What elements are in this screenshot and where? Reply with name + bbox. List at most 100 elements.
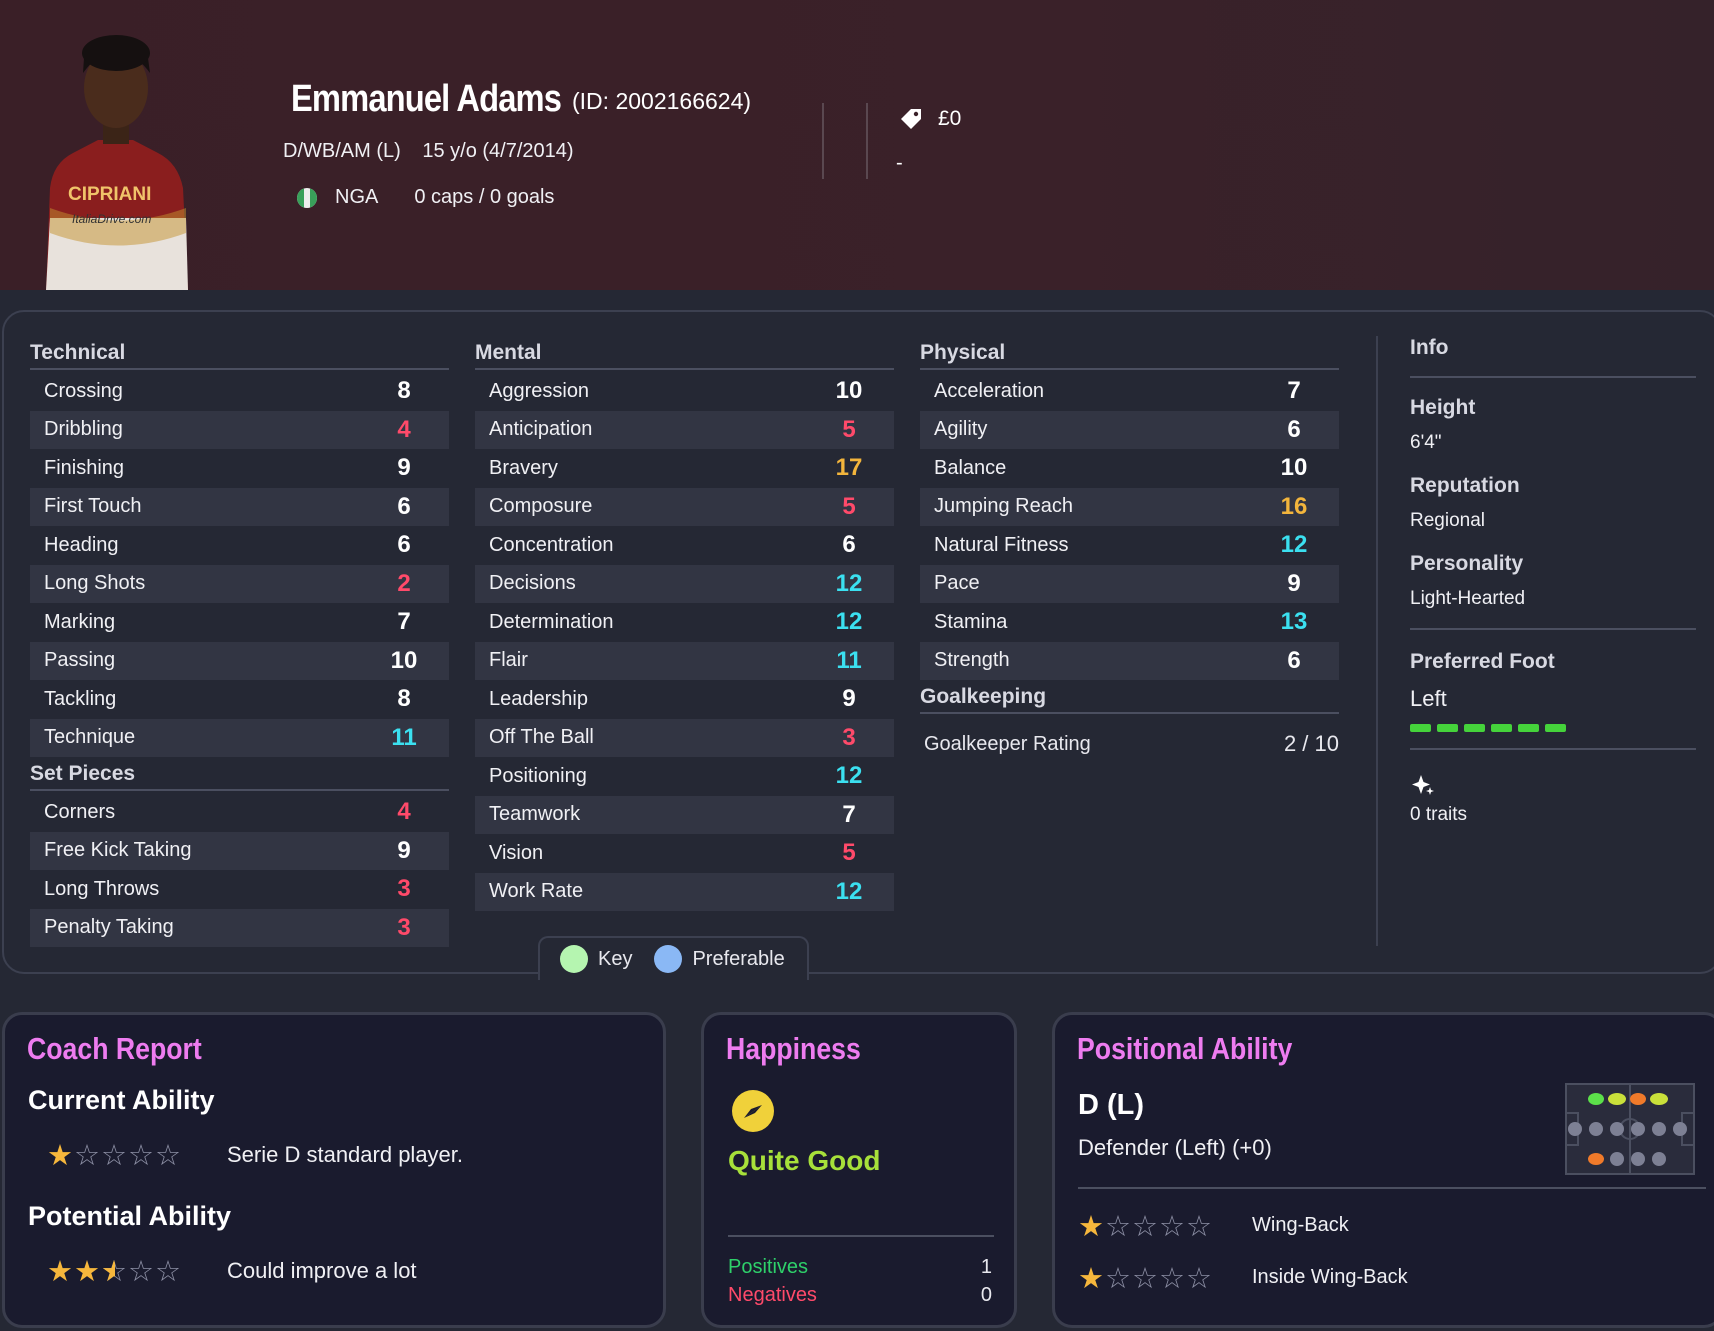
attribute-row[interactable]: Jumping Reach 16 <box>920 487 1339 526</box>
attribute-label: Stamina <box>934 610 1008 633</box>
attribute-row[interactable]: Acceleration 7 <box>920 372 1339 411</box>
attribute-row[interactable]: Strength 6 <box>920 641 1339 680</box>
player-nationality-line: NGA 0 caps / 0 goals <box>297 186 554 209</box>
attribute-row[interactable]: Penalty Taking 3 <box>30 908 449 947</box>
star-empty-icon: ☆ <box>1105 1211 1132 1243</box>
positional-ability-title: Positional Ability <box>1077 1031 1293 1066</box>
attribute-row[interactable]: Concentration 6 <box>475 526 894 565</box>
attribute-label: Crossing <box>44 379 123 402</box>
attribute-row[interactable]: Corners 4 <box>30 793 449 832</box>
set-pieces-title: Set Pieces <box>30 757 449 791</box>
attributes-panel: Technical Crossing 8 Dribbling 4 Finishing 9 F… <box>2 310 1714 980</box>
attribute-value: 9 <box>397 454 411 482</box>
star-full-icon: ★ <box>47 1140 74 1172</box>
info-title: Info <box>1410 336 1696 378</box>
attribute-label: Dribbling <box>44 418 123 441</box>
role-stars: ★☆☆☆☆ <box>1078 1209 1213 1244</box>
attribute-value: 8 <box>397 377 411 405</box>
attribute-row[interactable]: Agility 6 <box>920 410 1339 449</box>
attribute-row[interactable]: Balance 10 <box>920 449 1339 488</box>
positives-value: 1 <box>980 1256 992 1278</box>
foot-bar-segment <box>1545 724 1566 732</box>
attribute-row[interactable]: Heading 6 <box>30 526 449 565</box>
attribute-value: 12 <box>835 569 863 597</box>
attribute-value: 5 <box>842 415 856 443</box>
attribute-value: 12 <box>835 877 863 905</box>
attribute-row[interactable]: Aggression 10 <box>475 372 894 411</box>
role-name[interactable]: Inside Wing-Back <box>1252 1266 1408 1289</box>
svg-text:CIPRIANI: CIPRIANI <box>68 184 151 205</box>
attribute-row[interactable]: Leadership 9 <box>475 680 894 719</box>
star-empty-icon: ☆ <box>1105 1263 1132 1295</box>
attribute-row[interactable]: Dribbling 4 <box>30 410 449 449</box>
player-nation[interactable]: NGA <box>335 186 378 209</box>
attribute-row[interactable]: Natural Fitness 12 <box>920 526 1339 565</box>
role-stars: ★☆☆☆☆ <box>1078 1261 1213 1296</box>
attribute-value: 17 <box>835 454 863 482</box>
attribute-label: Corners <box>44 800 116 823</box>
reputation-label: Reputation <box>1410 474 1520 497</box>
positives-label[interactable]: Positives <box>728 1256 808 1279</box>
attribute-row[interactable]: Crossing 8 <box>30 372 449 411</box>
mental-column: Mental Aggression 10 Anticipation 5 Bravery 1… <box>475 336 894 911</box>
foot-bar-segment <box>1410 724 1431 732</box>
price-tag-icon <box>901 109 921 129</box>
attribute-label: Determination <box>489 610 614 633</box>
preferred-foot-value: Left <box>1410 686 1447 711</box>
attribute-value: 6 <box>397 531 411 559</box>
goalkeeper-rating-label: Goalkeeper Rating <box>924 732 1091 755</box>
attribute-label: Pace <box>934 572 980 595</box>
attribute-row[interactable]: Finishing 9 <box>30 449 449 488</box>
attribute-row[interactable]: Marking 7 <box>30 603 449 642</box>
attribute-label: Anticipation <box>489 418 593 441</box>
pitch-position-map[interactable] <box>1565 1083 1695 1175</box>
attribute-row[interactable]: Bravery 17 <box>475 449 894 488</box>
attribute-value: 6 <box>1287 415 1301 443</box>
attribute-row[interactable]: Work Rate 12 <box>475 872 894 911</box>
attribute-row[interactable]: First Touch 6 <box>30 487 449 526</box>
attribute-value: 7 <box>842 800 856 828</box>
negatives-label[interactable]: Negatives <box>728 1284 817 1307</box>
attribute-label: Agility <box>934 418 988 441</box>
star-empty-icon: ☆ <box>1159 1211 1186 1243</box>
attribute-row[interactable]: Free Kick Taking 9 <box>30 831 449 870</box>
player-contract: - <box>896 152 903 174</box>
attribute-row[interactable]: Pace 9 <box>920 564 1339 603</box>
attribute-row[interactable]: Determination 12 <box>475 603 894 642</box>
attribute-row[interactable]: Tackling 8 <box>30 680 449 719</box>
player-header: CIPRIANI ItaliaDrive.com Emmanuel Adams … <box>0 0 1714 290</box>
attribute-value: 10 <box>835 377 863 405</box>
attribute-label: Strength <box>934 649 1010 672</box>
attribute-row[interactable]: Vision 5 <box>475 834 894 873</box>
star-half-icon: ☆★ <box>101 1256 128 1288</box>
attribute-row[interactable]: Passing 10 <box>30 641 449 680</box>
attribute-row[interactable]: Long Throws 3 <box>30 870 449 909</box>
attribute-row[interactable]: Decisions 12 <box>475 564 894 603</box>
attribute-value: 6 <box>842 531 856 559</box>
role-name[interactable]: Wing-Back <box>1252 1214 1349 1237</box>
attribute-label: Free Kick Taking <box>44 839 192 862</box>
attribute-label: Penalty Taking <box>44 916 174 939</box>
physical-column: Physical Acceleration 7 Agility 6 Balance 10 J… <box>920 336 1339 772</box>
attribute-label: Concentration <box>489 533 614 556</box>
attribute-label: Teamwork <box>489 803 581 826</box>
technical-column: Technical Crossing 8 Dribbling 4 Finishing 9 F… <box>30 336 449 947</box>
attribute-row[interactable]: Off The Ball 3 <box>475 718 894 757</box>
attribute-row[interactable]: Technique 11 <box>30 718 449 757</box>
foot-bar-segment <box>1518 724 1539 732</box>
player-value: £0 <box>898 106 961 132</box>
attribute-row[interactable]: Stamina 13 <box>920 603 1339 642</box>
attribute-row[interactable]: Anticipation 5 <box>475 410 894 449</box>
attribute-label: Passing <box>44 649 116 672</box>
attribute-row[interactable]: Positioning 12 <box>475 757 894 796</box>
goalkeeper-rating-row: Goalkeeper Rating 2 / 10 <box>920 716 1339 772</box>
info-separator <box>1410 628 1696 630</box>
attribute-row[interactable]: Flair 11 <box>475 641 894 680</box>
foot-bar-segment <box>1437 724 1458 732</box>
attribute-row[interactable]: Teamwork 7 <box>475 795 894 834</box>
player-bio-line: D/WB/AM (L) 15 y/o (4/7/2014) <box>283 140 574 163</box>
attribute-value: 5 <box>842 492 856 520</box>
traits-count[interactable]: 0 traits <box>1410 804 1696 826</box>
attribute-row[interactable]: Composure 5 <box>475 487 894 526</box>
attribute-row[interactable]: Long Shots 2 <box>30 564 449 603</box>
